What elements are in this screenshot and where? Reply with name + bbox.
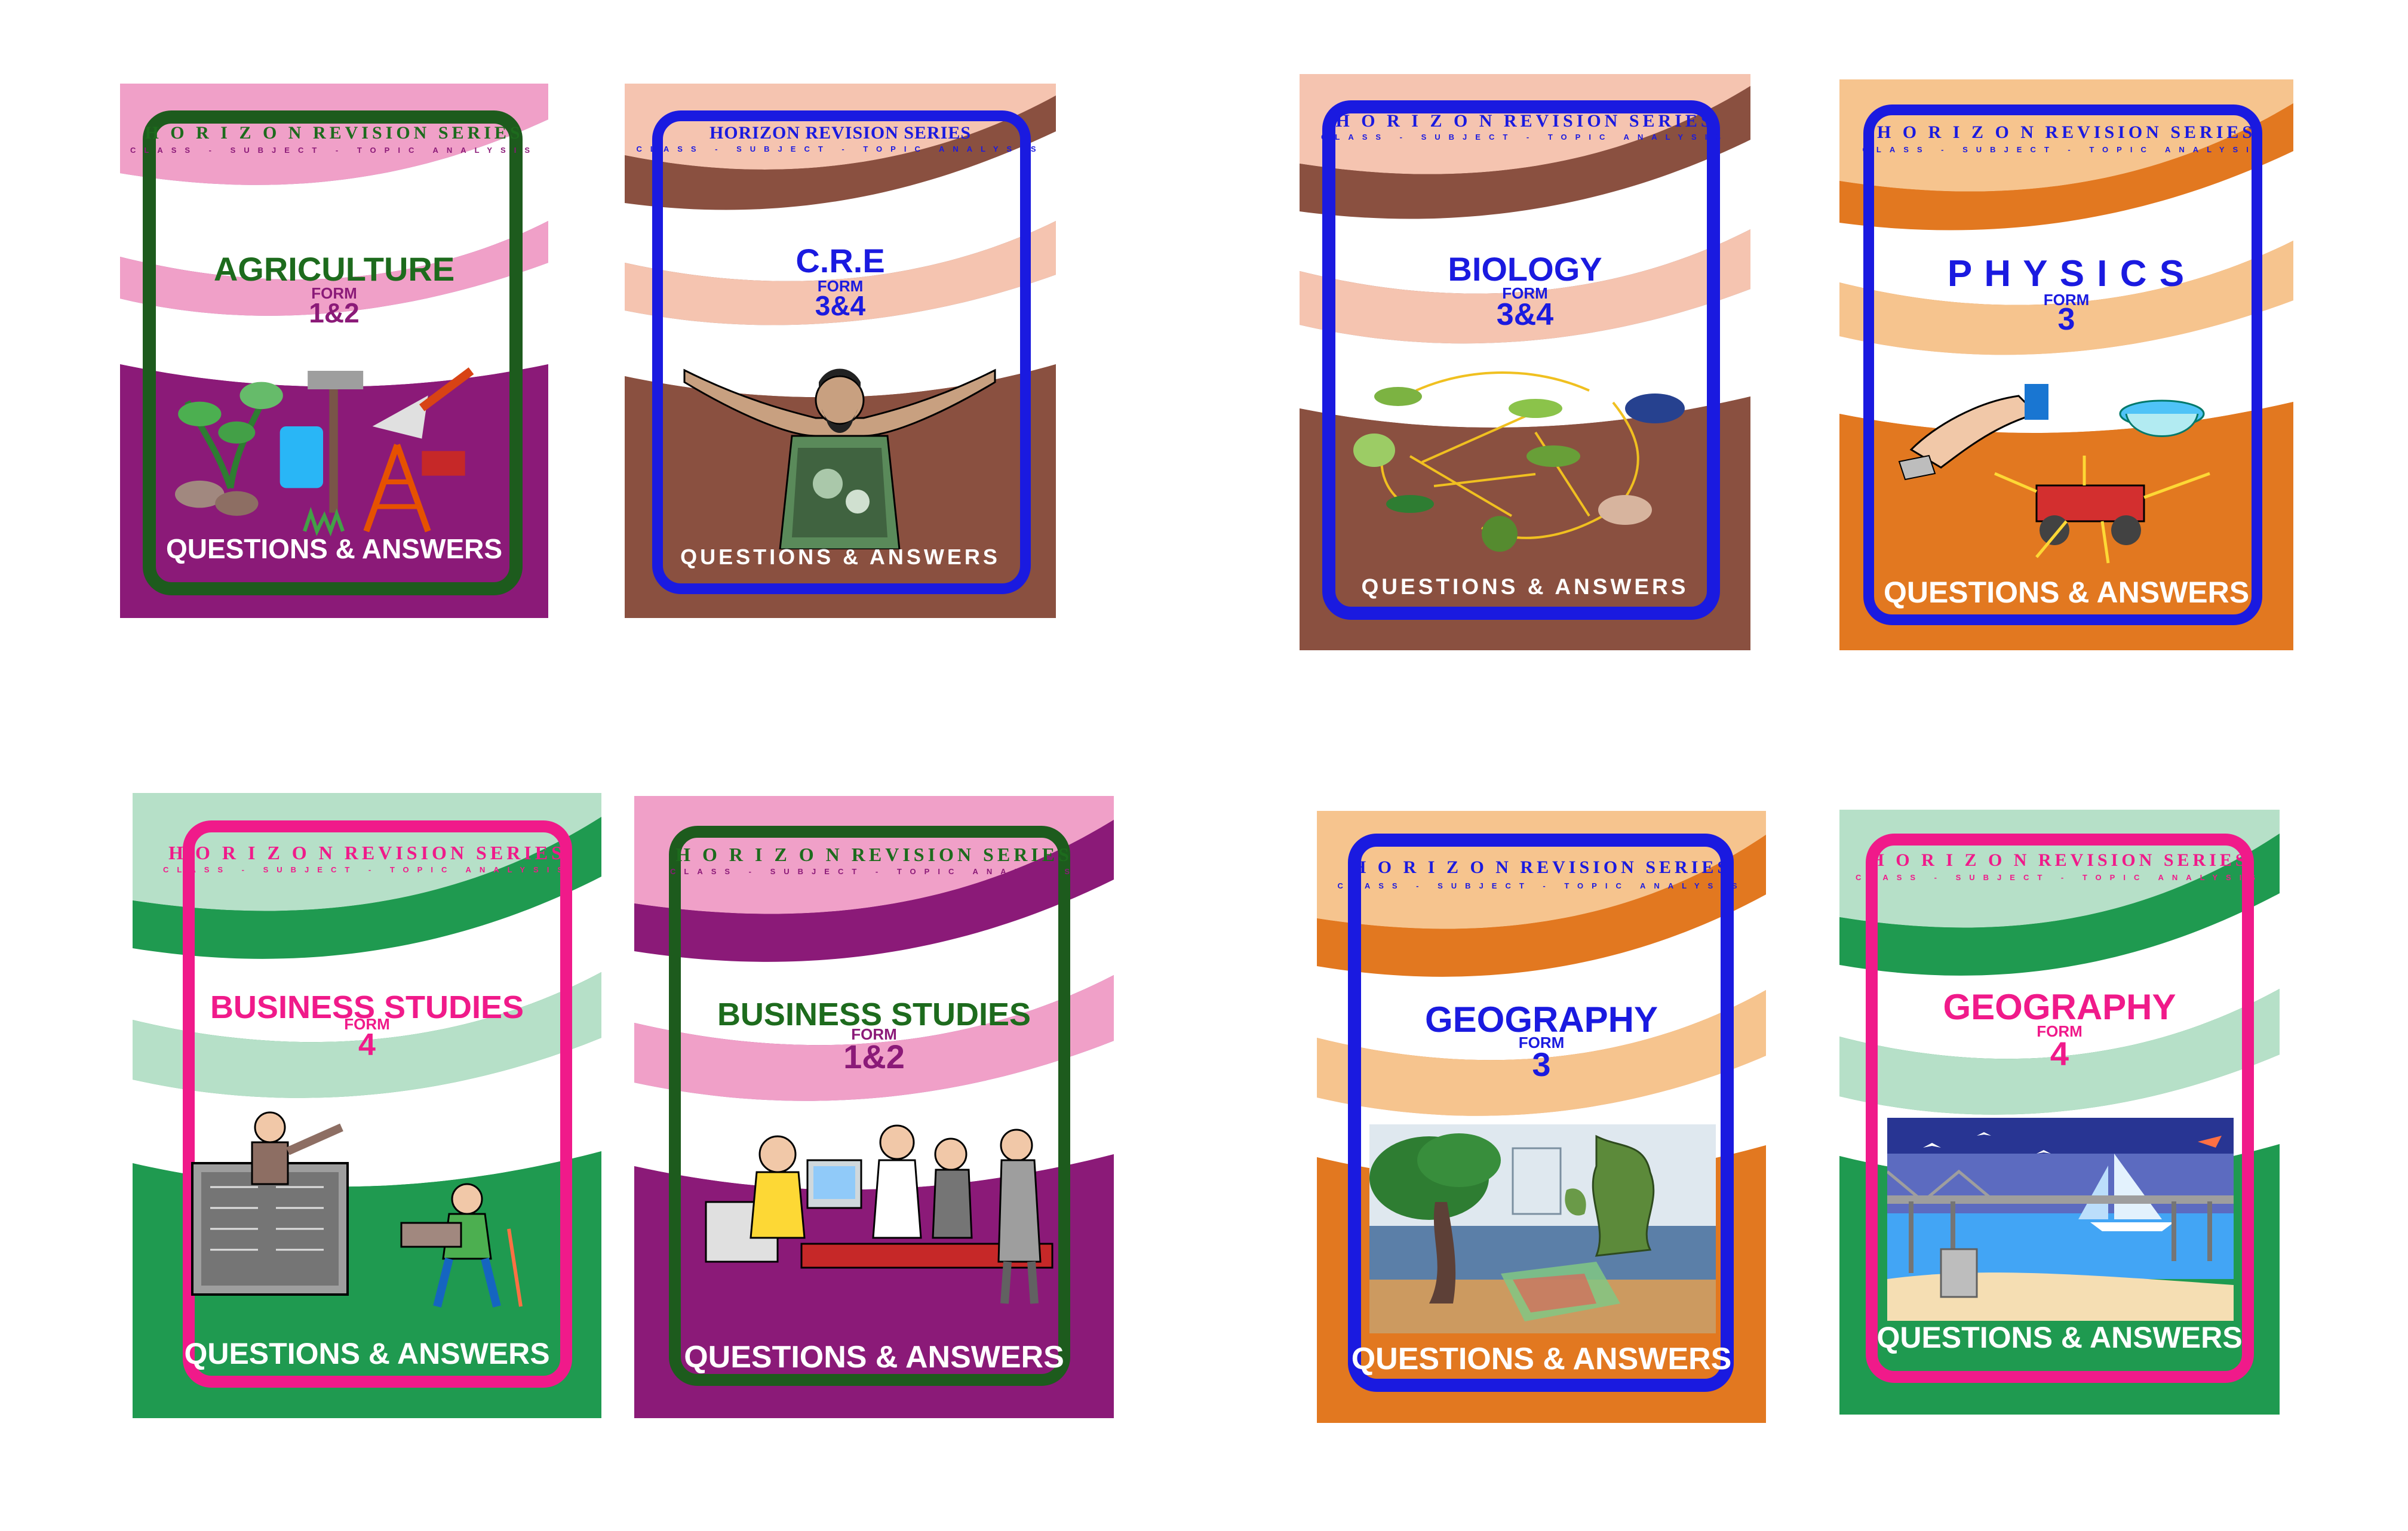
subject-title: BIOLOGY [1448,250,1602,288]
book-cover-business-studies-form-1-2[interactable]: H O R I Z O N REVISION SERIES CLASS - SU… [634,796,1114,1418]
series-tagline: CLASS - SUBJECT - TOPIC ANALYSIS [636,145,1045,153]
book-cover-geography-form-3[interactable]: H O R I Z O N REVISION SERIES CLASS - SU… [1317,811,1766,1423]
book-cover-agriculture-form-1-2[interactable]: H O R I Z O N REVISION SERIES CLASS - SU… [120,84,548,618]
series-tagline: CLASS - SUBJECT - TOPIC ANALYSIS [163,865,571,874]
questions-answers-label: QUESTIONS & ANSWERS [184,1337,550,1370]
book-cover-cre-form-3-4[interactable]: HORIZON REVISION SERIES CLASS - SUBJECT … [625,84,1056,618]
form-level: 3&4 [815,290,866,321]
questions-answers-label: QUESTIONS & ANSWERS [1883,576,2250,609]
series-title: H O R I Z O N REVISION SERIES [1870,850,2249,870]
office-workers-icon [705,1124,1054,1304]
preacher-icon [683,368,996,549]
form-level: 3 [1532,1046,1551,1083]
questions-answers-label: QUESTIONS & ANSWERS [1351,1342,1732,1376]
form-level: 3&4 [1496,297,1554,332]
subject-title: GEOGRAPHY [1943,987,2176,1027]
questions-answers-label: QUESTIONS & ANSWERS [1361,574,1689,599]
series-title: H O R I Z O N REVISION SERIES [168,842,566,863]
subject-title: C.R.E [796,242,885,279]
farm-tools-icon [175,367,474,537]
questions-answers-label: QUESTIONS & ANSWERS [680,545,1000,569]
forces-cart-icon [1898,384,2210,564]
series-title: H O R I Z O N REVISION SERIES [145,123,524,143]
series-tagline: CLASS - SUBJECT - TOPIC ANALYSIS [1862,145,2271,154]
subject-title: P H Y S I C S [1947,253,2186,294]
bridge-sea-icon [1887,1118,2234,1321]
food-web-icon [1353,371,1685,552]
book-cover-business-studies-form-4[interactable]: H O R I Z O N REVISION SERIES CLASS - SU… [133,793,601,1418]
form-level: 4 [358,1028,376,1062]
series-tagline: CLASS - SUBJECT - TOPIC ANALYSIS [1321,133,1729,142]
series-title: HORIZON REVISION SERIES [709,123,972,143]
map-tree-icon [1369,1124,1716,1333]
series-title: H O R I Z O N REVISION SERIES [1876,122,2256,142]
form-level: 4 [2050,1035,2069,1072]
book-cover-physics-form-3[interactable]: H O R I Z O N REVISION SERIES CLASS - SU… [1839,79,2293,650]
classroom-icon [191,1111,523,1308]
form-level: 1&2 [309,297,360,328]
questions-answers-label: QUESTIONS & ANSWERS [684,1340,1064,1375]
questions-answers-label: QUESTIONS & ANSWERS [1876,1321,2243,1354]
form-level: 3 [2057,302,2075,337]
book-cover-biology-form-3-4[interactable]: H O R I Z O N REVISION SERIES CLASS - SU… [1300,74,1750,650]
subject-title: AGRICULTURE [213,250,455,288]
form-level: 1&2 [843,1038,905,1075]
series-tagline: CLASS - SUBJECT - TOPIC ANALYSIS [1337,881,1746,890]
questions-answers-label: QUESTIONS & ANSWERS [165,533,503,564]
series-tagline: CLASS - SUBJECT - TOPIC ANALYSIS [670,867,1078,876]
series-title: H O R I Z O N REVISION SERIES [1335,111,1715,131]
book-cover-geography-form-4[interactable]: H O R I Z O N REVISION SERIES CLASS - SU… [1839,810,2280,1415]
series-title: H O R I Z O N REVISION SERIES [1352,857,1731,877]
series-tagline: CLASS - SUBJECT - TOPIC ANALYSIS [1856,873,2263,882]
series-title: H O R I Z O N REVISION SERIES [675,844,1073,865]
series-tagline: CLASS - SUBJECT - TOPIC ANALYSIS [130,146,538,155]
